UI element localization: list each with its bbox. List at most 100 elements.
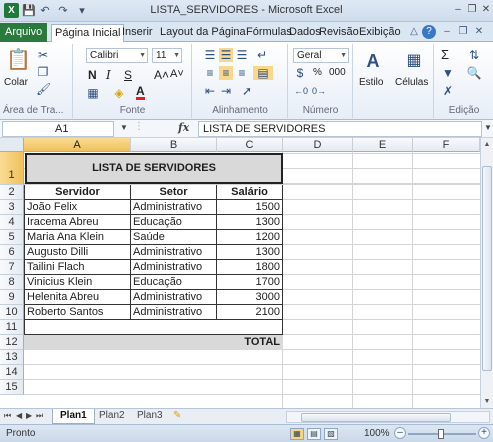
restore-icon[interactable]: ❐ [465, 3, 479, 17]
workbook-minimize-icon[interactable]: – [440, 25, 454, 39]
orientation-icon[interactable]: ➚ [239, 84, 255, 98]
horizontal-scroll-thumb[interactable] [301, 413, 451, 422]
paste-icon[interactable]: 📋 [6, 48, 31, 72]
table-cell-servidor[interactable]: Helenita Abreu [24, 290, 131, 305]
decrease-decimal-icon[interactable]: 0→ [311, 84, 327, 98]
align-bottom-icon[interactable]: ☰ [235, 48, 249, 62]
normal-view-icon[interactable]: ▦ [290, 428, 304, 440]
table-cell-salario[interactable]: 1800 [217, 260, 283, 275]
font-size-select[interactable]: 11 ▼ [152, 48, 182, 63]
table-cell-empty[interactable] [24, 320, 131, 335]
total-cell[interactable]: TOTAL [24, 335, 283, 350]
wrap-text-icon[interactable]: ↵ [255, 48, 269, 62]
formula-input[interactable]: LISTA DE SERVIDORES [198, 121, 482, 137]
horizontal-scrollbar[interactable] [286, 411, 490, 423]
prev-sheet-icon[interactable]: ◀ [16, 411, 22, 420]
bold-button[interactable]: N [88, 68, 97, 82]
zoom-out-icon[interactable]: – [394, 427, 406, 439]
row-header[interactable]: 2 [0, 185, 24, 200]
last-sheet-icon[interactable]: ⏭ [36, 411, 43, 421]
scroll-down-icon[interactable]: ▼ [481, 395, 493, 408]
page-break-view-icon[interactable]: ▧ [324, 428, 338, 440]
help-icon[interactable]: ? [422, 25, 436, 39]
zoom-in-icon[interactable]: + [478, 427, 490, 439]
align-center-icon[interactable]: ≡ [219, 66, 233, 80]
row-header[interactable]: 6 [0, 245, 24, 260]
first-sheet-icon[interactable]: ⏮ [4, 411, 11, 421]
row-header[interactable]: 12 [0, 335, 24, 350]
table-cell-servidor[interactable]: Roberto Santos [24, 305, 131, 320]
row-header[interactable]: 14 [0, 365, 24, 380]
sheet-tab-plan3[interactable]: Plan3 [130, 409, 170, 424]
table-cell-servidor[interactable]: Tailini Flach [24, 260, 131, 275]
currency-icon[interactable]: $ [293, 66, 307, 80]
zoom-level[interactable]: 100% [364, 428, 390, 439]
tab-file[interactable]: Arquivo [0, 23, 48, 42]
table-cell-servidor[interactable]: Augusto Dilli [24, 245, 131, 260]
table-cell-salario[interactable]: 2100 [217, 305, 283, 320]
row-header[interactable]: 1 [0, 152, 24, 185]
header-cell-servidor[interactable]: Servidor [24, 185, 131, 200]
table-cell-salario[interactable]: 1300 [217, 215, 283, 230]
zoom-slider-knob[interactable] [438, 429, 444, 439]
workbook-restore-icon[interactable]: ❐ [456, 25, 470, 39]
tab-view[interactable]: Exibição [356, 24, 404, 42]
table-cell-salario[interactable]: 1700 [217, 275, 283, 290]
table-cell-servidor[interactable]: Iracema Abreu [24, 215, 131, 230]
header-cell-setor[interactable]: Setor [131, 185, 217, 200]
table-cell-setor[interactable]: Administrativo [131, 305, 217, 320]
align-right-icon[interactable]: ≡ [235, 66, 249, 80]
fill-color-icon[interactable]: ◈ [112, 86, 126, 100]
minimize-icon[interactable]: – [451, 3, 465, 17]
close-icon[interactable]: ✕ [479, 3, 493, 17]
align-top-icon[interactable]: ☰ [203, 48, 217, 62]
clear-icon[interactable]: ✗ [441, 84, 455, 98]
name-box[interactable]: A1 [2, 121, 114, 137]
column-header-f[interactable]: F [413, 138, 480, 152]
next-sheet-icon[interactable]: ▶ [26, 411, 32, 420]
styles-icon[interactable]: A [364, 50, 382, 72]
shrink-font-button[interactable]: A˅ [170, 68, 184, 80]
page-layout-view-icon[interactable]: ▤ [307, 428, 321, 440]
cells-button[interactable]: Células [395, 77, 428, 88]
format-painter-icon[interactable]: 🖌 [36, 82, 51, 96]
minimize-ribbon-icon[interactable]: △ [407, 25, 421, 39]
workbook-close-icon[interactable]: ✕ [472, 25, 486, 39]
increase-indent-icon[interactable]: ⇥ [219, 84, 233, 98]
autosum-button[interactable]: Σ [441, 47, 449, 62]
decrease-indent-icon[interactable]: ⇤ [203, 84, 217, 98]
table-cell-salario[interactable]: 1500 [217, 200, 283, 215]
row-header[interactable]: 5 [0, 230, 24, 245]
tab-insert[interactable]: Inserir [119, 24, 156, 42]
row-header[interactable]: 13 [0, 350, 24, 365]
expand-formula-bar-icon[interactable]: ▼ [484, 123, 492, 132]
increase-decimal-icon[interactable]: ←0 [293, 84, 309, 98]
name-box-dropdown-icon[interactable]: ▼ [120, 123, 128, 132]
table-cell-empty[interactable] [131, 320, 217, 335]
percent-button[interactable]: % [313, 67, 322, 78]
select-all-corner[interactable] [0, 138, 24, 152]
vertical-scroll-thumb[interactable] [482, 166, 492, 371]
scroll-up-icon[interactable]: ▲ [481, 138, 493, 151]
number-format-select[interactable]: Geral ▼ [293, 48, 349, 63]
table-cell-setor[interactable]: Educação [131, 215, 217, 230]
row-header[interactable]: 15 [0, 380, 24, 395]
italic-button[interactable]: I [106, 68, 111, 82]
tab-home[interactable]: Página Inicial [51, 24, 125, 42]
column-header-a[interactable]: A [24, 138, 131, 152]
insert-sheet-icon[interactable]: ✎ [166, 409, 188, 424]
column-header-e[interactable]: E [353, 138, 413, 152]
insert-function-icon[interactable]: fx [178, 121, 189, 134]
sheet-tab-plan1[interactable]: Plan1 [52, 409, 95, 424]
row-header[interactable]: 11 [0, 320, 24, 335]
vertical-scrollbar[interactable]: ▲ ▼ [480, 138, 493, 408]
sheet-tab-plan2[interactable]: Plan2 [92, 409, 132, 424]
row-header[interactable]: 3 [0, 200, 24, 215]
table-cell-servidor[interactable]: João Felix [24, 200, 131, 215]
sort-filter-icon[interactable]: ⇅ [465, 48, 483, 62]
table-cell-salario[interactable]: 1200 [217, 230, 283, 245]
fill-icon[interactable]: ▼ [441, 66, 455, 80]
underline-button[interactable]: S [124, 68, 132, 82]
cut-icon[interactable]: ✂ [36, 48, 50, 62]
row-header[interactable]: 10 [0, 305, 24, 320]
